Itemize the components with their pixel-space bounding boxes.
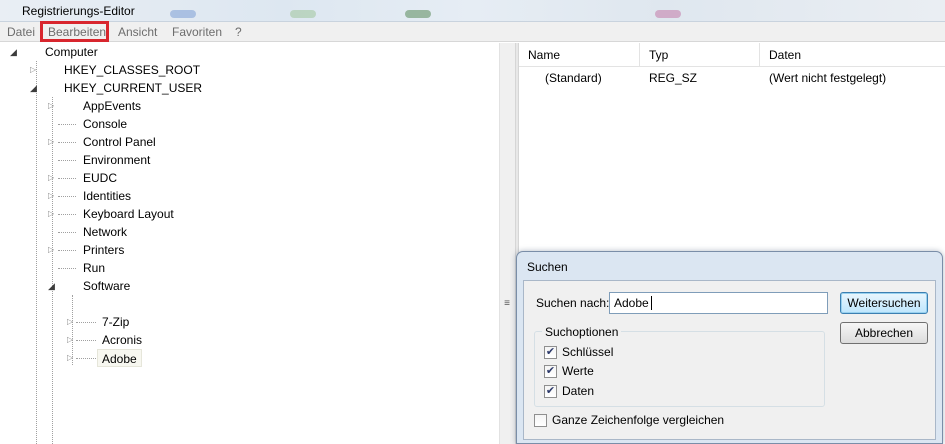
collapsed-triangle-icon[interactable]: ▷ <box>48 169 54 187</box>
values-checkbox-label[interactable]: Werte <box>562 364 594 378</box>
menu-bar: Datei Bearbeiten Ansicht Favoriten ? <box>0 22 945 42</box>
tree-guide-line <box>58 196 76 197</box>
value-data: (Wert nicht festgelegt) <box>769 71 887 85</box>
expanded-triangle-icon[interactable]: ◢ <box>48 277 55 295</box>
data-checkbox-label[interactable]: Daten <box>562 384 594 398</box>
splitter-grip-icon: ≡ <box>504 298 510 309</box>
text-caret <box>651 296 652 310</box>
find-dialog: Suchen Suchen nach: Weitersuchen Abbrech… <box>516 251 943 444</box>
tree-guide-line <box>76 340 96 341</box>
match-whole-string-label[interactable]: Ganze Zeichenfolge vergleichen <box>552 413 724 427</box>
collapsed-triangle-icon[interactable]: ▷ <box>67 331 73 349</box>
dialog-body: Suchen nach: Weitersuchen Abbrechen Such… <box>523 280 936 440</box>
tree-node-console[interactable]: Console <box>83 115 127 133</box>
collapsed-triangle-icon[interactable]: ▷ <box>48 187 54 205</box>
tree-guide-line <box>36 61 37 444</box>
tree-node-control-panel[interactable]: Control Panel <box>83 133 156 151</box>
tree-node-eudc[interactable]: EUDC <box>83 169 117 187</box>
menu-edit[interactable]: Bearbeiten <box>48 25 106 39</box>
tree-guide-line <box>58 160 76 161</box>
tree-node-software[interactable]: Software <box>83 277 130 295</box>
tree-guide-line <box>76 322 96 323</box>
list-row[interactable]: (Standard) REG_SZ (Wert nicht festgelegt… <box>519 68 945 88</box>
menu-help[interactable]: ? <box>235 25 242 39</box>
tree-node-7-zip[interactable]: 7-Zip <box>102 313 129 331</box>
collapsed-triangle-icon[interactable]: ▷ <box>48 97 54 115</box>
collapsed-triangle-icon[interactable]: ▷ <box>30 61 36 79</box>
column-header-data[interactable]: Daten <box>760 43 945 67</box>
match-whole-string-checkbox[interactable] <box>534 414 547 427</box>
expanded-triangle-icon[interactable]: ◢ <box>30 79 37 97</box>
keys-checkbox-label[interactable]: Schlüssel <box>562 345 613 359</box>
find-next-button[interactable]: Weitersuchen <box>840 292 928 314</box>
value-type: REG_SZ <box>649 71 698 85</box>
glass-decoration <box>655 10 681 18</box>
collapsed-triangle-icon[interactable]: ▷ <box>48 241 54 259</box>
tree-node-network[interactable]: Network <box>83 223 127 241</box>
column-header-name[interactable]: Name <box>519 43 640 67</box>
menu-favorites[interactable]: Favoriten <box>172 25 222 39</box>
search-input[interactable] <box>609 292 828 314</box>
collapsed-triangle-icon[interactable]: ▷ <box>67 313 73 331</box>
tree-node-environment[interactable]: Environment <box>83 151 150 169</box>
tree-guide-line <box>58 232 76 233</box>
title-bar: Registrierungs-Editor <box>0 0 945 22</box>
column-header-type[interactable]: Typ <box>640 43 760 67</box>
data-checkbox[interactable]: ✔ <box>544 385 557 398</box>
menu-view[interactable]: Ansicht <box>118 25 157 39</box>
tree-guide-line <box>58 250 76 251</box>
tree-guide-line <box>58 214 76 215</box>
tree-guide-line <box>58 142 76 143</box>
glass-decoration <box>170 10 196 18</box>
tree-node-appevents[interactable]: AppEvents <box>83 97 141 115</box>
keys-checkbox[interactable]: ✔ <box>544 346 557 359</box>
glass-decoration <box>290 10 316 18</box>
tree-vertical-scrollbar[interactable] <box>499 43 515 444</box>
registry-tree: ◢ Computer ▷ HKEY_CLASSES_ROOT ◢ HKEY_CU… <box>0 43 499 444</box>
search-label: Suchen nach: <box>536 296 610 310</box>
tree-node-adobe[interactable]: Adobe <box>97 349 142 367</box>
tree-guide-line <box>58 124 76 125</box>
tree-guide-line <box>58 178 76 179</box>
menu-file[interactable]: Datei <box>7 25 35 39</box>
tree-node-run[interactable]: Run <box>83 259 105 277</box>
tree-node-computer[interactable]: Computer <box>45 43 98 61</box>
collapsed-triangle-icon[interactable]: ▷ <box>48 205 54 223</box>
expanded-triangle-icon[interactable]: ◢ <box>10 43 17 61</box>
window-title: Registrierungs-Editor <box>22 4 135 18</box>
tree-node-acronis[interactable]: Acronis <box>102 331 142 349</box>
tree-node-printers[interactable]: Printers <box>83 241 124 259</box>
value-name: (Standard) <box>545 71 602 85</box>
collapsed-triangle-icon[interactable]: ▷ <box>48 133 54 151</box>
tree-node-keyboard-layout[interactable]: Keyboard Layout <box>83 205 174 223</box>
tree-guide-line <box>76 358 96 359</box>
tree-node-hkey-classes-root[interactable]: HKEY_CLASSES_ROOT <box>64 61 200 79</box>
search-options-label: Suchoptionen <box>542 325 622 339</box>
collapsed-triangle-icon[interactable]: ▷ <box>67 349 73 367</box>
cancel-button[interactable]: Abbrechen <box>840 322 928 344</box>
tree-guide-line <box>58 268 76 269</box>
list-header: Name Typ Daten <box>519 43 945 67</box>
dialog-title: Suchen <box>527 260 568 274</box>
tree-node-identities[interactable]: Identities <box>83 187 131 205</box>
tree-node-hkey-current-user[interactable]: HKEY_CURRENT_USER <box>64 79 202 97</box>
glass-decoration <box>405 10 431 18</box>
values-checkbox[interactable]: ✔ <box>544 365 557 378</box>
